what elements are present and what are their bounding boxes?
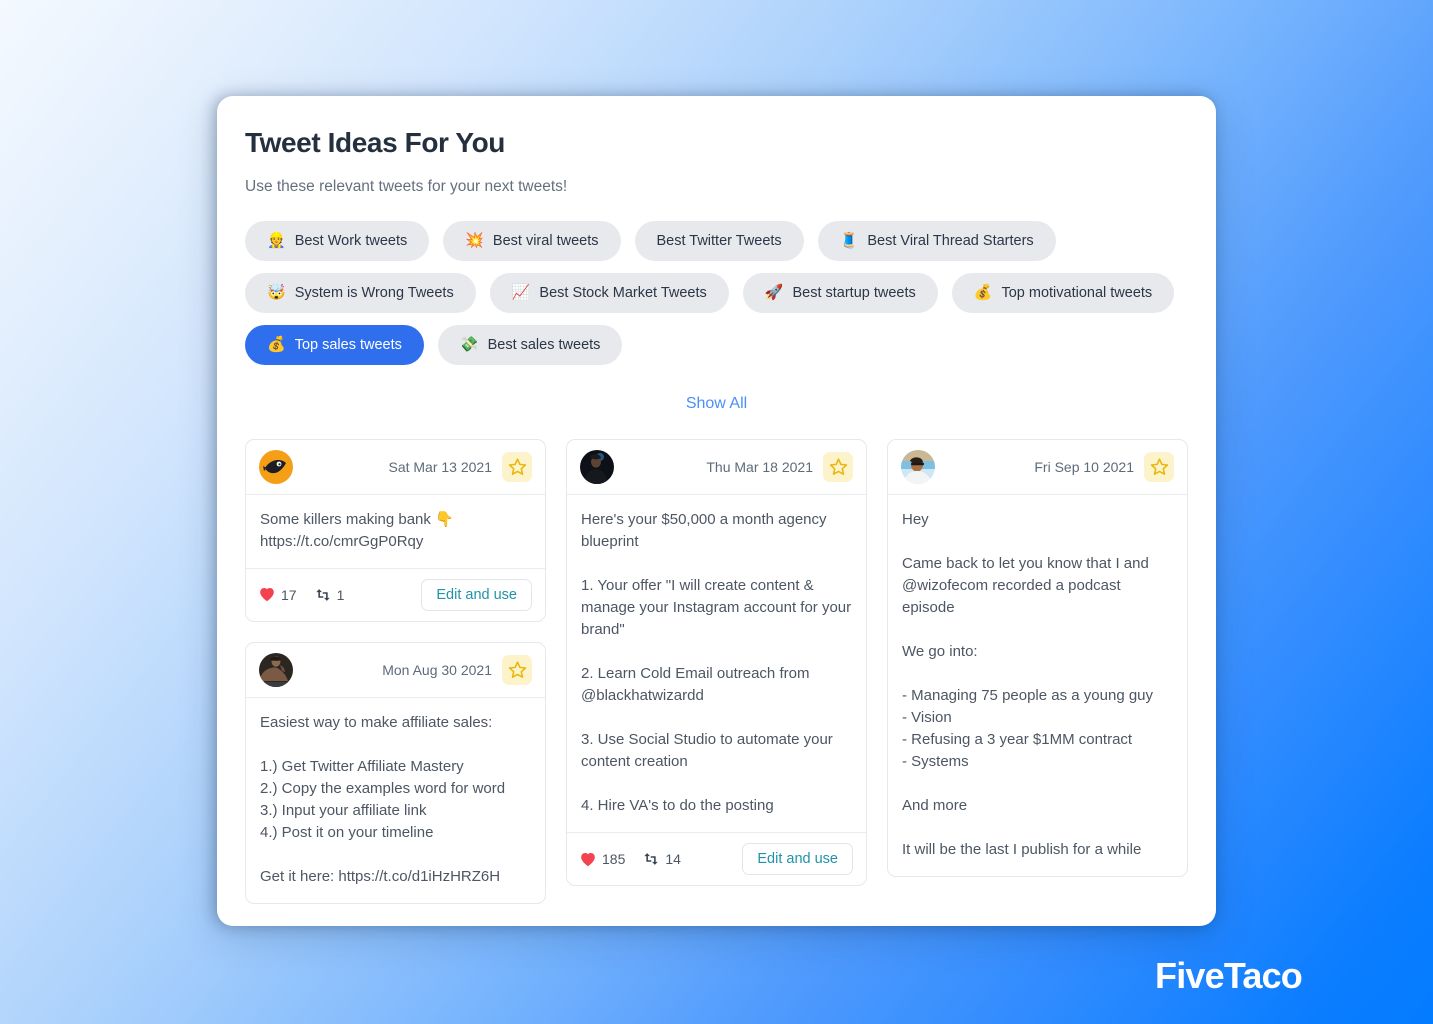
tweet-card-footer: 17 1 Edit and use: [246, 567, 545, 621]
tweet-card-header: Sat Mar 13 2021: [246, 440, 545, 495]
tweet-card-header: Fri Sep 10 2021: [888, 440, 1187, 495]
tweet-ideas-panel: Tweet Ideas For You Use these relevant t…: [217, 96, 1216, 926]
tweet-text: Some killers making bank 👇 https://t.co/…: [260, 510, 454, 550]
exploding-head-emoji: 🤯: [267, 284, 286, 302]
edit-and-use-button[interactable]: Edit and use: [742, 843, 853, 876]
tag-pill-1[interactable]: 💥 Best viral tweets: [443, 220, 621, 261]
brand-logo: FiveTaco: [1155, 955, 1303, 996]
retweet-count: 14: [665, 851, 681, 868]
favorite-star-button[interactable]: [823, 451, 853, 482]
tag-pill-label: Best Twitter Tweets: [656, 232, 782, 249]
tag-pill-label: Best Viral Thread Starters: [867, 232, 1034, 249]
tag-pill-label: Best sales tweets: [487, 336, 601, 353]
tag-pill-0[interactable]: 👷 Best Work tweets: [245, 220, 430, 261]
tweet-column-1: Thu Mar 18 2021 Here's your $50,000 a mon…: [566, 438, 867, 887]
heart-icon: [259, 587, 275, 602]
collision-emoji: 💥: [465, 232, 484, 250]
retweet-stat: 1: [315, 586, 345, 603]
tweet-date: Mon Aug 30 2021: [382, 661, 492, 678]
like-count: 17: [281, 586, 297, 603]
tweet-text: Here's your $50,000 a month agency bluep…: [581, 510, 852, 815]
tweet-card-columns: Sat Mar 13 2021 Some killers making bank …: [245, 438, 1188, 905]
tag-pill-label: Top sales tweets: [294, 336, 402, 353]
tag-pill-label: Best viral tweets: [492, 232, 599, 249]
money-bag-emoji: 💰: [973, 284, 993, 302]
retweet-count: 1: [336, 586, 345, 603]
retweet-icon: [315, 588, 331, 602]
show-all-link[interactable]: Show All: [686, 395, 747, 412]
tag-pill-label: Best Work tweets: [294, 232, 408, 249]
heart-icon: [580, 852, 596, 867]
tag-pill-label: Best Stock Market Tweets: [539, 284, 707, 301]
star-icon: [508, 457, 527, 476]
tag-pill-8[interactable]: 💰 Top sales tweets: [245, 324, 424, 365]
favorite-star-button[interactable]: [1144, 451, 1174, 482]
rocket-emoji: 🚀: [764, 284, 784, 302]
tweet-date: Thu Mar 18 2021: [706, 458, 813, 475]
tweet-column-0: Sat Mar 13 2021 Some killers making bank …: [245, 438, 546, 905]
retweet-icon: [643, 852, 659, 866]
avatar: [259, 652, 293, 687]
tweet-card: Thu Mar 18 2021 Here's your $50,000 a mon…: [566, 438, 867, 887]
edit-and-use-button[interactable]: Edit and use: [421, 578, 532, 611]
tag-pill-label: Top motivational tweets: [1001, 284, 1153, 301]
thread-emoji: 🧵: [839, 232, 859, 250]
tweet-card-footer: 185 14 Edit and use: [567, 832, 866, 885]
tag-pill-5[interactable]: 📈 Best Stock Market Tweets: [489, 272, 729, 313]
money-with-wings-emoji: 💸: [459, 336, 479, 354]
tweet-date: Fri Sep 10 2021: [1034, 458, 1134, 475]
construction-worker-emoji: 👷: [267, 232, 286, 250]
tweet-text: Hey Came back to let you know that I and…: [902, 510, 1154, 859]
avatar: [259, 449, 293, 484]
tweet-card-header: Thu Mar 18 2021: [567, 440, 866, 495]
retweet-stat: 14: [643, 851, 681, 867]
money-bag-emoji: 💰: [267, 336, 286, 354]
tweet-date: Sat Mar 13 2021: [388, 458, 492, 475]
tweet-card: Mon Aug 30 2021 Easiest way to make affil…: [245, 641, 546, 905]
page-title: Tweet Ideas For You: [245, 127, 506, 158]
tweet-card-header: Mon Aug 30 2021: [246, 643, 545, 698]
star-icon: [829, 457, 848, 476]
tag-pill-4[interactable]: 🤯 System is Wrong Tweets: [245, 272, 476, 313]
star-icon: [508, 660, 527, 679]
like-stat: 17: [259, 587, 297, 603]
tag-pill-2[interactable]: Best Twitter Tweets: [634, 220, 804, 261]
favorite-star-button[interactable]: [502, 654, 532, 685]
tweet-text: Easiest way to make affiliate sales: 1.)…: [260, 713, 506, 886]
tag-filter-list: 👷 Best Work tweets 💥 Best viral tweets Best …: [245, 220, 1185, 365]
avatar: [580, 449, 614, 484]
star-icon: [1150, 457, 1169, 476]
tag-pill-9[interactable]: 💸 Best sales tweets: [437, 324, 623, 365]
like-stat: 185: [580, 851, 625, 867]
tag-pill-3[interactable]: 🧵 Best Viral Thread Starters: [817, 220, 1056, 261]
tag-pill-label: System is Wrong Tweets: [294, 284, 454, 301]
tag-pill-7[interactable]: 💰 Top motivational tweets: [951, 272, 1175, 313]
tag-pill-6[interactable]: 🚀 Best startup tweets: [742, 272, 938, 313]
favorite-star-button[interactable]: [502, 451, 532, 482]
tweet-card: Fri Sep 10 2021 Hey Came back to let you …: [887, 438, 1188, 878]
like-count: 185: [602, 851, 626, 868]
chart-increasing-emoji: 📈: [511, 284, 531, 302]
page-subtitle: Use these relevant tweets for your next …: [245, 177, 568, 195]
avatar: [901, 449, 935, 484]
tweet-card: Sat Mar 13 2021 Some killers making bank …: [245, 438, 546, 622]
show-all-row: Show All: [245, 395, 1188, 413]
tweet-column-2: Fri Sep 10 2021 Hey Came back to let you …: [887, 438, 1188, 878]
tag-pill-label: Best startup tweets: [792, 284, 916, 301]
